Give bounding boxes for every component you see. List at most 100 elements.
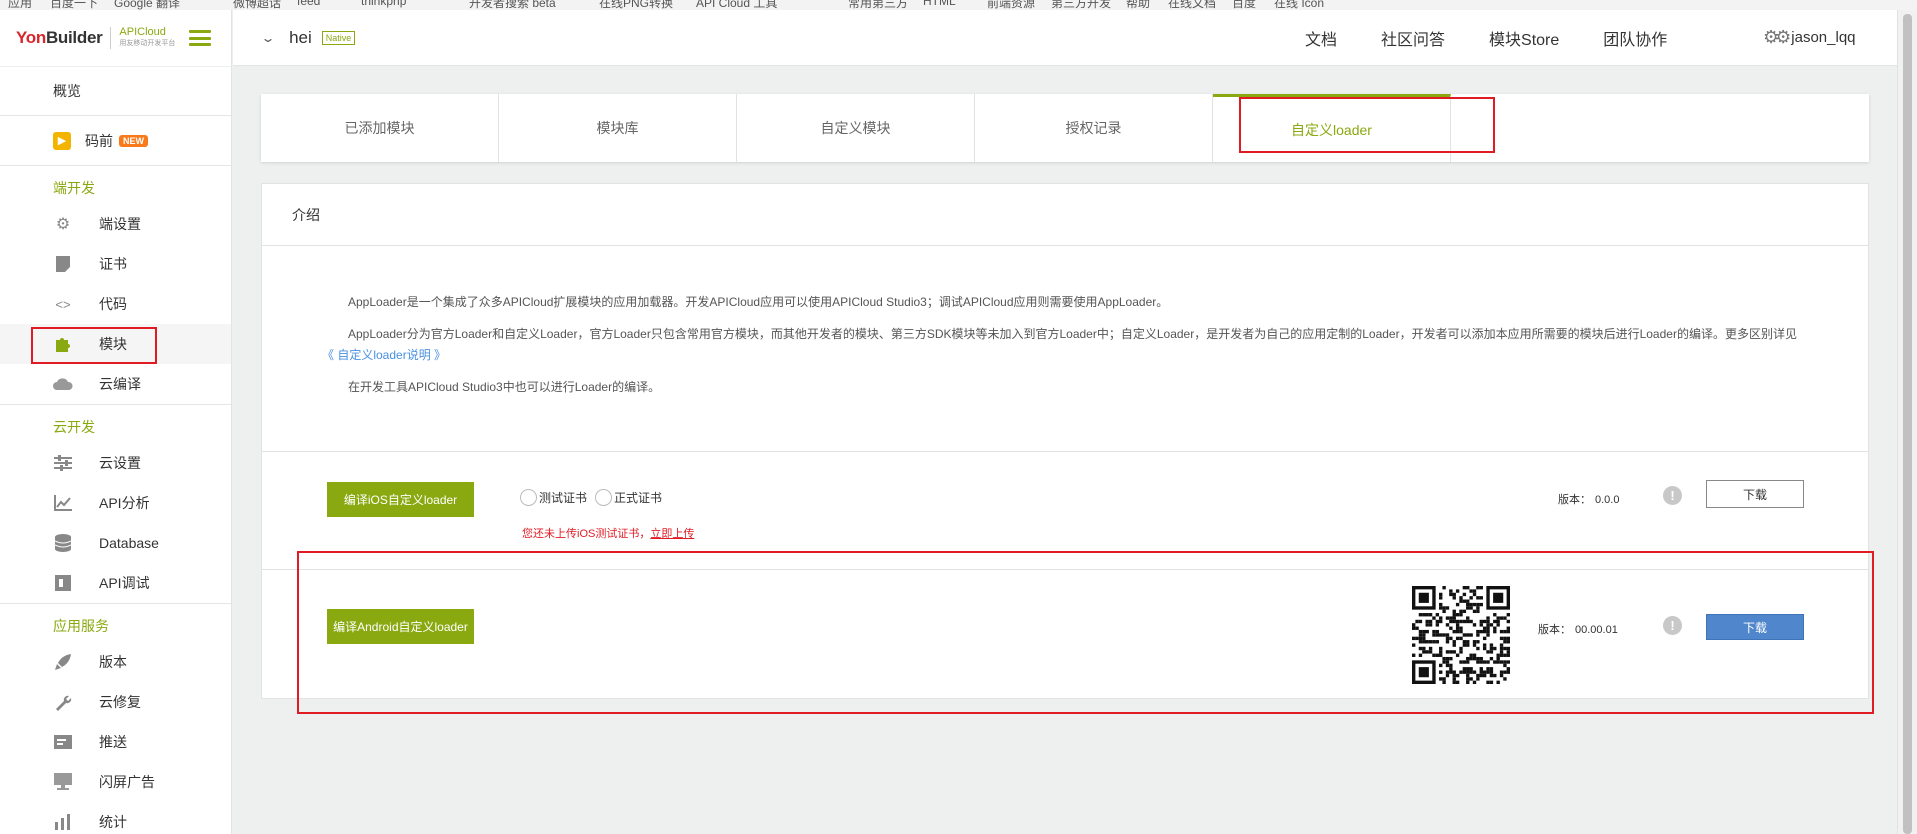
ios-cert-warning: 您还未上传iOS测试证书，立即上传	[522, 525, 694, 541]
bookmark-item[interactable]: 开发者搜索 beta	[469, 0, 556, 10]
sidebar-item-api-debug[interactable]: API调试	[0, 563, 231, 603]
sidebar-item-push[interactable]: 推送	[0, 722, 231, 762]
ad-icon	[53, 773, 73, 791]
tab-custom-modules[interactable]: 自定义模块	[737, 94, 975, 162]
bookmark-item[interactable]: 百度一下	[50, 0, 98, 10]
version-value: 00.00.01	[1575, 624, 1618, 636]
header-links: 文档 社区问答 模块Store 团队协作	[1305, 26, 1711, 50]
custom-loader-doc-link[interactable]: 《 自定义loader说明 》	[322, 348, 446, 362]
header-link-team[interactable]: 团队协作	[1603, 26, 1667, 50]
tab-added-modules[interactable]: 已添加模块	[261, 94, 499, 162]
radio-circle[interactable]	[520, 489, 537, 506]
app-switcher[interactable]: ⌄ hei Native	[260, 28, 356, 48]
sidebar-item-api-analysis[interactable]: API分析	[0, 483, 231, 523]
sidebar-item-cloud-compile[interactable]: 云编译	[0, 364, 231, 404]
radio-prod-cert[interactable]: 正式证书	[595, 489, 662, 506]
bookmark-item[interactable]: feed	[297, 0, 320, 8]
sidebar-item-label: 云修复	[99, 694, 141, 710]
puzzle-icon	[53, 335, 73, 353]
intro-paragraph-2-text: AppLoader分为官方Loader和自定义Loader，官方Loader只包…	[348, 327, 1797, 341]
nav-group-app-services: 应用服务 版本 云修复 推送 闪屏广告 统计	[0, 604, 231, 834]
module-tabs: 已添加模块 模块库 自定义模块 授权记录 自定义loader	[261, 94, 1869, 162]
apicloud-logo: APICloud 用友移动开发平台	[119, 26, 175, 50]
android-download-button[interactable]: 下载	[1706, 614, 1804, 640]
tab-auth-records[interactable]: 授权记录	[975, 94, 1213, 162]
sidebar: YonBuilder APICloud 用友移动开发平台 概览 ▶ 码前 NEW …	[0, 10, 232, 834]
chart-icon	[53, 494, 73, 512]
bookmark-item[interactable]: 微博超话	[233, 0, 281, 10]
user-menu[interactable]: ⚙⚙ jason_lqq	[1763, 27, 1856, 48]
sidebar-item-cloud-fix[interactable]: 云修复	[0, 682, 231, 722]
ios-loader-row: 编译iOS自定义loader 测试证书 正式证书 您还未上传iOS测试证书，立即…	[262, 452, 1868, 570]
wrench-icon	[53, 693, 73, 711]
bookmark-item[interactable]: API Cloud 工具	[696, 0, 777, 10]
bookmark-item[interactable]: HTML	[923, 0, 956, 8]
sidebar-item-module[interactable]: 模块	[0, 324, 231, 364]
sidebar-item-maqian[interactable]: ▶ 码前 NEW	[0, 116, 231, 166]
bookmark-item[interactable]: 在线 Icon	[1274, 0, 1324, 10]
header-link-community[interactable]: 社区问答	[1381, 26, 1445, 50]
intro-title: 介绍	[262, 184, 1868, 246]
sidebar-item-client-settings[interactable]: ⚙ 端设置	[0, 204, 231, 244]
tab-custom-loader[interactable]: 自定义loader	[1213, 94, 1451, 162]
new-badge: NEW	[119, 134, 148, 147]
sidebar-item-label: 云编译	[99, 376, 141, 392]
sidebar-item-label: 版本	[99, 654, 127, 670]
intro-text: AppLoader是一个集成了众多APICloud扩展模块的应用加载器。开发AP…	[262, 246, 1868, 452]
rocket-icon	[53, 653, 73, 671]
menu-toggle-icon[interactable]	[189, 30, 212, 46]
sidebar-item-database[interactable]: Database	[0, 523, 231, 563]
version-label: 版本：	[1538, 624, 1571, 636]
logo-text-red: Yon	[16, 28, 46, 47]
upload-cert-link[interactable]: 立即上传	[650, 528, 694, 540]
compile-android-loader-button[interactable]: 编译Android自定义loader	[327, 609, 474, 644]
certificate-icon	[53, 255, 73, 273]
sidebar-item-label: 证书	[99, 256, 127, 272]
radio-test-cert[interactable]: 测试证书	[520, 489, 587, 506]
cloud-icon	[53, 375, 73, 393]
bookmark-item[interactable]: 在线PNG转换	[599, 0, 673, 10]
ios-download-button[interactable]: 下载	[1706, 480, 1804, 508]
gear-icon: ⚙	[55, 216, 71, 233]
info-icon[interactable]: !	[1663, 486, 1682, 505]
scrollbar-thumb[interactable]	[1903, 14, 1912, 834]
bookmark-item[interactable]: 前端资源	[987, 0, 1035, 10]
bookmark-item[interactable]: 常用第三方	[848, 0, 908, 10]
bookmark-item[interactable]: 在线文档	[1168, 0, 1216, 10]
sidebar-item-label: 码前	[85, 132, 113, 149]
radio-circle[interactable]	[595, 489, 612, 506]
nav-group-client-dev: 端开发 ⚙ 端设置 证书 <> 代码 模块 云编译	[0, 166, 231, 405]
bookmark-item[interactable]: 第三方开发	[1051, 0, 1111, 10]
sidebar-item-cloud-settings[interactable]: 云设置	[0, 443, 231, 483]
chevron-down-icon: ⌄	[260, 30, 276, 45]
yonbuilder-logo[interactable]: YonBuilder	[16, 28, 103, 48]
sidebar-item-label: Database	[99, 535, 159, 551]
intro-paragraph-2: AppLoader分为官方Loader和自定义Loader，官方Loader只包…	[322, 324, 1808, 366]
page-scrollbar[interactable]	[1897, 10, 1917, 834]
sidebar-item-certificate[interactable]: 证书	[0, 244, 231, 284]
browser-bookmarks-bar: 应用 百度一下 Google 翻译 微博超话 feed thinkphp 开发者搜索 bet…	[0, 0, 1917, 10]
bookmark-item[interactable]: 帮助	[1126, 0, 1150, 10]
compile-ios-loader-button[interactable]: 编译iOS自定义loader	[327, 482, 474, 517]
sidebar-item-stats[interactable]: 统计	[0, 802, 231, 834]
tab-module-library[interactable]: 模块库	[499, 94, 737, 162]
bookmark-item[interactable]: 应用	[8, 0, 32, 10]
info-icon[interactable]: !	[1663, 616, 1682, 635]
sidebar-item-label: 推送	[99, 734, 127, 750]
sidebar-item-label: 端设置	[99, 216, 141, 232]
header-link-module-store[interactable]: 模块Store	[1489, 26, 1559, 50]
top-header: ⌄ hei Native 文档 社区问答 模块Store 团队协作 ⚙⚙ jas…	[233, 10, 1897, 66]
sidebar-item-splash-ad[interactable]: 闪屏广告	[0, 762, 231, 802]
bookmark-item[interactable]: Google 翻译	[114, 0, 180, 10]
sidebar-item-label: 概览	[53, 83, 81, 99]
sidebar-item-label: 代码	[99, 296, 127, 312]
database-icon	[53, 534, 73, 552]
header-link-docs[interactable]: 文档	[1305, 26, 1337, 50]
bookmark-item[interactable]: thinkphp	[361, 0, 406, 8]
stats-icon	[53, 813, 73, 831]
bookmark-item[interactable]: 百度	[1232, 0, 1256, 10]
radio-label: 测试证书	[539, 491, 588, 505]
sidebar-item-version[interactable]: 版本	[0, 642, 231, 682]
sidebar-item-overview[interactable]: 概览	[0, 66, 231, 116]
sidebar-item-code[interactable]: <> 代码	[0, 284, 231, 324]
